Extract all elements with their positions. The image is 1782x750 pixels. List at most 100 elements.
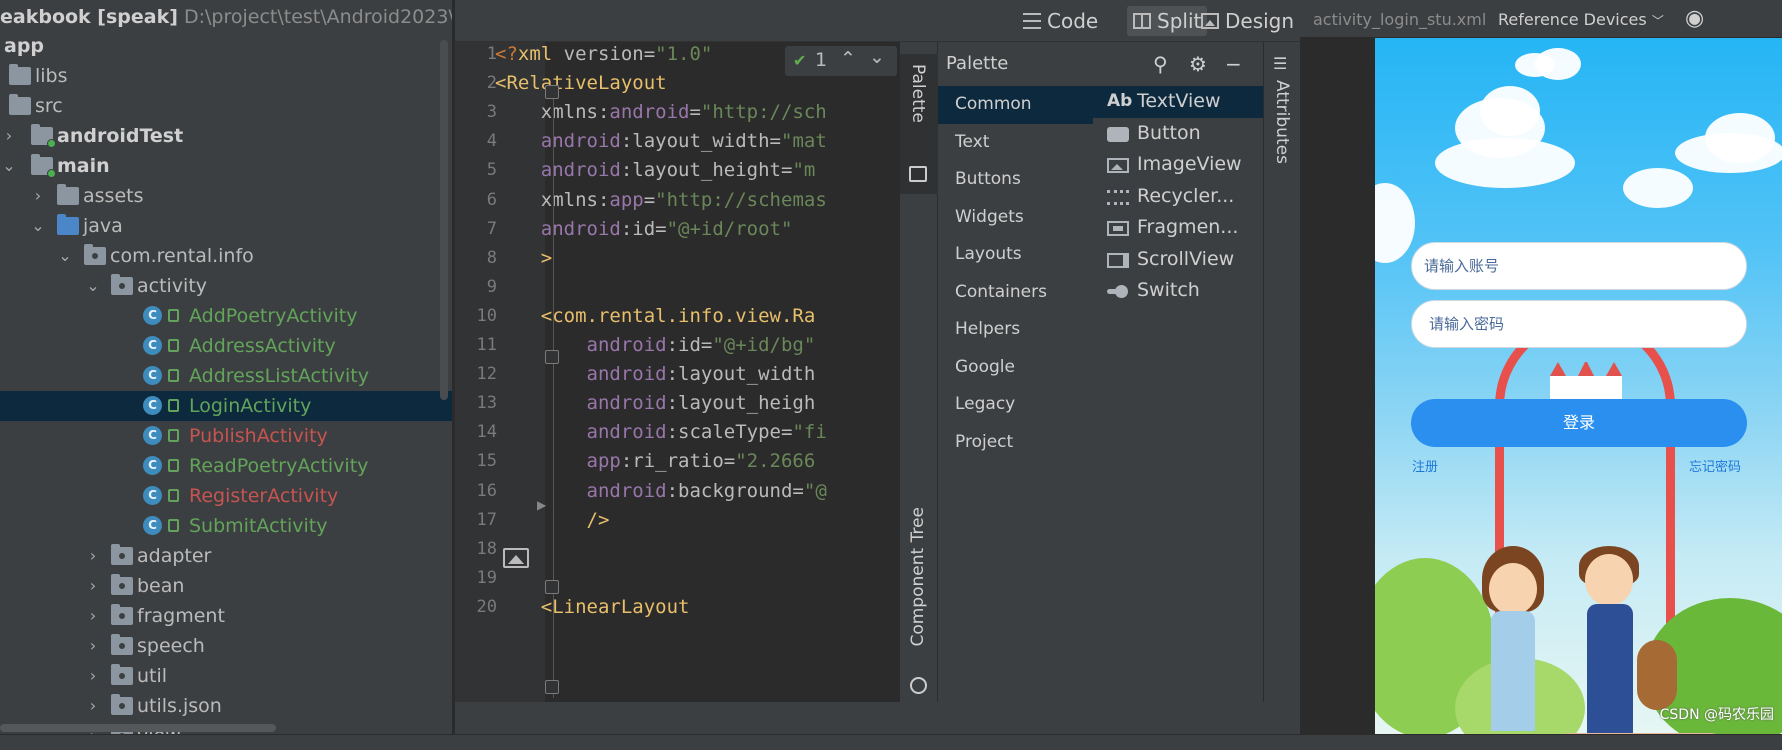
palette-category-widgets[interactable]: Widgets — [938, 199, 1093, 237]
tree-item[interactable]: ⌄ main — [0, 151, 452, 181]
eye-icon[interactable]: ◉ — [1685, 6, 1704, 31]
next-occurrence-icon[interactable]: ⌄ — [869, 46, 885, 68]
device-dropdown[interactable]: Reference Devices ﹀ — [1498, 0, 1664, 41]
code-line[interactable]: android:id="@+id/root" — [495, 218, 793, 240]
palette-item[interactable]: ImageView — [1093, 149, 1263, 181]
code-line[interactable]: app:ri_ratio="2.2666 — [495, 450, 816, 472]
chevron-right-icon[interactable]: › — [86, 601, 100, 631]
chevron-right-icon[interactable]: › — [86, 541, 100, 571]
tree-item[interactable]: C AddressActivity — [0, 331, 452, 361]
palette-item[interactable]: Fragmen... — [1093, 212, 1263, 244]
chevron-right-icon[interactable]: › — [31, 181, 45, 211]
code-mode-button[interactable]: Code — [1017, 6, 1104, 36]
tree-item[interactable]: app — [0, 31, 452, 61]
attributes-tab[interactable]: Attributes — [1272, 80, 1292, 164]
tree-item[interactable]: › util — [0, 661, 452, 691]
chevron-right-icon[interactable]: › — [86, 691, 100, 721]
project-scrollbar[interactable] — [440, 40, 448, 400]
palette-category-legacy[interactable]: Legacy — [938, 386, 1093, 424]
design-mode-button[interactable]: Design — [1195, 6, 1300, 36]
folder-icon — [31, 154, 56, 178]
fold-marker[interactable] — [545, 680, 559, 694]
code-mode-label: Code — [1047, 9, 1099, 33]
lock-icon — [168, 459, 179, 472]
project-hscrollbar[interactable] — [0, 724, 276, 732]
password-input[interactable]: 请输入密码 — [1411, 300, 1747, 348]
right-tool-tabs: ☰ Attributes — [1263, 42, 1300, 702]
fold-marker[interactable] — [545, 350, 559, 364]
chevron-down-icon[interactable]: ⌄ — [31, 211, 45, 241]
palette-category-containers[interactable]: Containers — [938, 274, 1093, 312]
palette-item[interactable]: Switch — [1093, 275, 1263, 307]
login-button[interactable]: 登录 — [1411, 399, 1747, 447]
palette-category-google[interactable]: Google — [938, 349, 1093, 387]
component-tree-tab[interactable]: Component Tree — [900, 507, 938, 697]
palette-category-layouts[interactable]: Layouts — [938, 236, 1093, 274]
code-line[interactable]: > — [495, 247, 552, 269]
tree-item[interactable]: src — [0, 91, 452, 121]
palette-item[interactable]: Recycler... — [1093, 181, 1263, 213]
code-line[interactable]: android:layout_width — [495, 363, 816, 385]
tree-item[interactable]: ⌄ activity — [0, 271, 452, 301]
tree-item[interactable]: C SubmitActivity — [0, 511, 452, 541]
tree-item[interactable]: › utils.json — [0, 691, 452, 721]
palette-item[interactable]: Ab TextView — [1093, 86, 1263, 118]
tree-item[interactable]: ⌄ java — [0, 211, 452, 241]
palette-category-project[interactable]: Project — [938, 424, 1093, 462]
palette-category-text[interactable]: Text — [938, 124, 1093, 162]
tree-item[interactable]: › bean — [0, 571, 452, 601]
tree-item[interactable]: › assets — [0, 181, 452, 211]
palette-tab[interactable]: Palette — [900, 54, 938, 194]
tree-item[interactable]: C AddPoetryActivity — [0, 301, 452, 331]
code-line[interactable]: <?xml version="1.0" — [495, 43, 712, 65]
code-line[interactable]: android:layout_height="m — [495, 159, 816, 181]
chevron-right-icon[interactable]: › — [86, 631, 100, 661]
chevron-right-icon[interactable]: › — [86, 661, 100, 691]
code-line[interactable]: <LinearLayout — [495, 596, 690, 618]
code-line[interactable]: xmlns:app="http://schemas — [495, 189, 827, 211]
tree-item[interactable]: C PublishActivity — [0, 421, 452, 451]
code-line[interactable]: android:scaleType="fi — [495, 421, 827, 443]
project-tree: app libs src › androidTest ⌄ main › assets ⌄ java ⌄… — [0, 31, 452, 734]
palette-category-helpers[interactable]: Helpers — [938, 311, 1093, 349]
code-line[interactable]: <RelativeLayout — [495, 72, 667, 94]
tree-item[interactable]: C ReadPoetryActivity — [0, 451, 452, 481]
fold-marker[interactable] — [545, 580, 559, 594]
tree-item[interactable]: libs — [0, 61, 452, 91]
palette-item[interactable]: Button — [1093, 118, 1263, 150]
tree-item[interactable]: C LoginActivity — [0, 391, 452, 421]
minimize-icon[interactable]: − — [1225, 42, 1242, 86]
code-line[interactable]: <com.rental.info.view.Ra — [495, 305, 816, 327]
fold-marker[interactable] — [545, 85, 559, 99]
code-area[interactable]: <?xml version="1.0" <RelativeLayout xmlns… — [455, 42, 900, 702]
gear-icon[interactable]: ⚙ — [1189, 42, 1207, 86]
code-line[interactable]: xmlns:android="http://sch — [495, 101, 827, 123]
run-gutter-icon[interactable]: ▶ — [537, 498, 546, 512]
folder-icon — [57, 214, 79, 235]
tree-item-label: AddressListActivity — [189, 365, 369, 387]
code-line[interactable]: android:id="@+id/bg" — [495, 334, 816, 356]
forgot-password-link[interactable]: 忘记密码 — [1689, 456, 1741, 475]
chevron-right-icon[interactable]: › — [86, 571, 100, 601]
chevron-down-icon[interactable]: ⌄ — [86, 271, 100, 301]
palette-item[interactable]: ScrollView — [1093, 244, 1263, 276]
palette-category-buttons[interactable]: Buttons — [938, 161, 1093, 199]
account-input[interactable]: 请输入账号 — [1411, 242, 1747, 290]
prev-occurrence-icon[interactable]: ⌃ — [840, 48, 856, 70]
palette-category-common[interactable]: Common — [938, 86, 1093, 124]
code-line[interactable]: android:layout_width="mat — [495, 130, 827, 152]
tree-item[interactable]: ⌄ com.rental.info — [0, 241, 452, 271]
tree-item[interactable]: › androidTest — [0, 121, 452, 151]
tree-item[interactable]: › fragment — [0, 601, 452, 631]
chevron-down-icon[interactable]: ⌄ — [2, 151, 16, 181]
code-line[interactable]: android:layout_heigh — [495, 392, 816, 414]
chevron-right-icon[interactable]: › — [2, 121, 16, 151]
chevron-down-icon[interactable]: ⌄ — [58, 241, 72, 271]
tree-item[interactable]: › speech — [0, 631, 452, 661]
image-gutter-icon[interactable] — [503, 548, 529, 568]
tree-item[interactable]: C RegisterActivity — [0, 481, 452, 511]
register-link[interactable]: 注册 — [1412, 456, 1438, 475]
tree-item[interactable]: C AddressListActivity — [0, 361, 452, 391]
tree-item[interactable]: › adapter — [0, 541, 452, 571]
search-icon[interactable]: ⚲ — [1153, 42, 1168, 86]
